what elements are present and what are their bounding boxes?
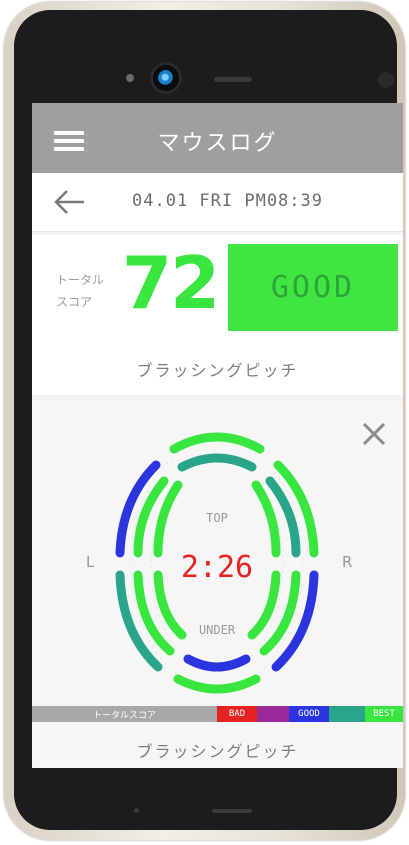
segment-bottom-outer [173,674,261,694]
total-score-label-line1: トータル [56,273,105,287]
total-score-card[interactable]: トータル スコア 72 GOOD ブラッシングピッチ [32,235,403,395]
total-score-label: トータル スコア [56,269,104,313]
front-sensor-dot [126,74,134,82]
legend-best: BEST [365,706,403,722]
legend-bad: BAD [217,706,257,722]
legend-mid [257,706,289,722]
legend-teal [329,706,365,722]
front-camera-icon [150,62,182,94]
app-screen: マウスログ 04.01 FRI PM08:39 トータル スコア 72 GOOD… [32,103,403,768]
total-score-label-line2: スコア [56,295,93,309]
segment-upper-right-inner [251,480,281,558]
mouth-map: TOP 2:26 UNDER [115,432,319,694]
segment-bottom-inner [183,654,251,672]
legend-title: トータルスコア [32,706,217,722]
proximity-sensor [378,72,394,88]
brushing-detail-card: TOP 2:26 UNDER L R トータルスコア BAD GOOD BEST… [32,401,403,768]
top-label: TOP [206,511,228,525]
app-bar: マウスログ [32,103,403,173]
bottom-sensor-dot [134,808,139,813]
total-score-value: 72 [122,241,220,325]
segment-top-outer [169,432,265,454]
brushing-time: 2:26 [181,550,253,585]
session-datetime: 04.01 FRI PM08:39 [132,191,323,211]
segment-lower-left-inner [153,570,187,640]
score-legend-bar: トータルスコア BAD GOOD BEST [32,706,403,722]
score-caption: ブラッシングピッチ [136,361,299,380]
segment-upper-left-inner [153,480,183,558]
segment-top-inner [177,453,257,472]
detail-caption: ブラッシングピッチ [136,742,299,761]
close-icon[interactable] [361,421,387,447]
right-side-label: R [342,553,353,571]
date-bar: 04.01 FRI PM08:39 [32,173,403,232]
under-label: UNDER [199,623,236,637]
left-side-label: L [86,553,95,571]
speaker-grill [214,77,252,82]
app-title: マウスログ [157,131,278,156]
segment-lower-right-inner [247,570,281,640]
grade-badge: GOOD [228,244,398,331]
back-arrow-icon[interactable] [52,187,88,217]
legend-good: GOOD [289,706,329,722]
home-indicator [212,809,252,813]
